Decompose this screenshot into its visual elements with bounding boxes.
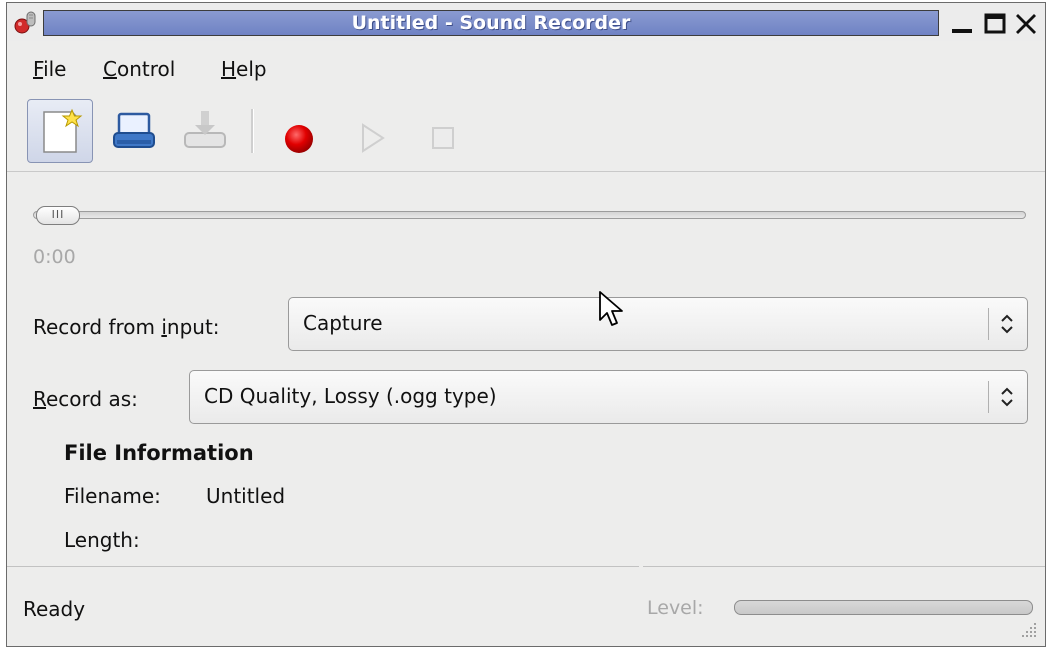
record-from-combo[interactable]: Capture (288, 297, 1028, 351)
updown-arrow-icon (1001, 387, 1013, 407)
menu-bar: File Control Help (7, 51, 1045, 85)
play-icon (362, 123, 385, 153)
mouse-cursor-icon (599, 291, 623, 326)
position-slider[interactable] (33, 211, 1026, 219)
record-as-label-post: ecord as: (46, 387, 138, 411)
filename-value: Untitled (206, 484, 286, 508)
record-as-value: CD Quality, Lossy (.ogg type) (204, 384, 497, 408)
maximize-icon[interactable] (983, 11, 1007, 35)
toolbar-separator (251, 109, 254, 153)
record-from-label-post: nput: (166, 315, 220, 339)
record-from-label: Record from input: (33, 315, 220, 339)
record-icon (285, 125, 313, 153)
record-as-combo[interactable]: CD Quality, Lossy (.ogg type) (189, 370, 1028, 424)
new-document-icon (43, 108, 83, 153)
filename-label: Filename: (64, 484, 161, 508)
new-button[interactable] (27, 99, 93, 163)
position-slider-thumb[interactable]: III (36, 206, 80, 225)
combo-separator (988, 308, 989, 340)
stop-icon (432, 127, 454, 149)
position-time: 0:00 (33, 246, 76, 268)
record-button[interactable] (267, 99, 333, 163)
updown-arrow-icon (1001, 314, 1013, 334)
menu-help-mnemonic: H (221, 57, 237, 81)
level-label: Level: (647, 597, 704, 619)
level-meter (734, 600, 1033, 615)
file-information-heading: File Information (64, 441, 254, 465)
menu-control[interactable]: Control (103, 57, 175, 81)
microphone-icon[interactable] (13, 9, 39, 35)
title-bar[interactable]: Untitled - Sound Recorder (7, 3, 1045, 41)
save-as-button[interactable] (173, 99, 239, 163)
record-from-value: Capture (303, 311, 383, 335)
status-text: Ready (23, 597, 86, 621)
menu-help[interactable]: Help (221, 57, 267, 81)
window-title: Untitled - Sound Recorder (43, 10, 939, 36)
combo-separator (988, 381, 989, 413)
menu-file-mnemonic: F (33, 57, 44, 81)
save-as-icon (184, 111, 226, 148)
toolbar-divider (7, 171, 1045, 172)
record-as-label-mnemonic: R (33, 387, 46, 411)
save-icon (113, 112, 155, 148)
save-button[interactable] (103, 99, 169, 163)
sound-recorder-window: Untitled - Sound Recorder File Control H… (6, 2, 1046, 647)
close-icon[interactable] (1014, 11, 1038, 35)
resize-grip-icon[interactable] (1018, 619, 1038, 639)
minimize-icon[interactable] (950, 11, 974, 35)
stop-button[interactable] (411, 99, 477, 163)
record-as-label: Record as: (33, 387, 138, 411)
menu-control-label: ontrol (116, 57, 176, 81)
status-bar (7, 566, 639, 649)
play-button[interactable] (339, 99, 405, 163)
length-label: Length: (64, 528, 140, 552)
menu-file-label: ile (43, 57, 67, 81)
menu-control-mnemonic: C (103, 57, 117, 81)
toolbar (7, 95, 1045, 171)
record-from-label-pre: Record from (33, 315, 162, 339)
menu-file[interactable]: File (33, 57, 66, 81)
menu-help-label: elp (236, 57, 267, 81)
